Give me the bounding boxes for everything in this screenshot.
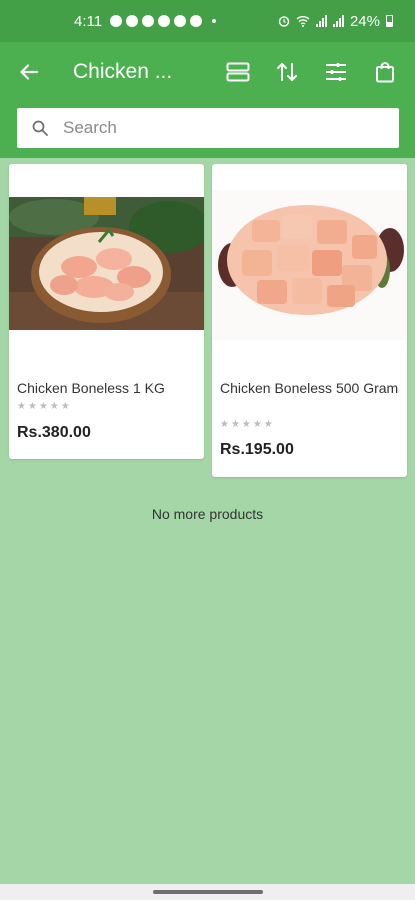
signal-icon bbox=[332, 15, 344, 27]
product-image bbox=[212, 190, 407, 340]
product-card[interactable]: Chicken Boneless 500 Gram ★★★★★ Rs.195.0… bbox=[212, 164, 407, 477]
list-view-button[interactable] bbox=[213, 42, 262, 102]
alarm-icon bbox=[278, 16, 290, 27]
signal-icon bbox=[315, 15, 327, 27]
status-bar: 4:11 24% bbox=[0, 0, 415, 42]
notification-icons bbox=[110, 15, 217, 27]
battery-icon bbox=[386, 15, 393, 27]
filter-button[interactable] bbox=[311, 42, 360, 102]
filter-icon bbox=[325, 63, 346, 81]
back-button[interactable] bbox=[0, 42, 58, 102]
messenger-icon bbox=[126, 15, 139, 27]
shopping-bag-icon bbox=[375, 62, 394, 83]
home-gesture-handle[interactable] bbox=[152, 890, 263, 894]
toolbar-actions bbox=[213, 42, 409, 102]
system-navigation-bar bbox=[0, 884, 415, 900]
gallery-icon bbox=[174, 15, 187, 27]
spotify-icon bbox=[190, 15, 203, 27]
app-notification-icon bbox=[142, 15, 155, 27]
battery-percent: 24% bbox=[349, 12, 380, 30]
search-icon bbox=[17, 120, 63, 136]
product-image bbox=[9, 197, 204, 330]
status-right: 24% bbox=[278, 13, 393, 30]
wifi-icon bbox=[296, 16, 310, 27]
back-arrow-icon bbox=[20, 64, 39, 80]
product-name: Chicken Boneless 1 KG bbox=[17, 380, 165, 396]
messenger-icon bbox=[110, 15, 123, 27]
sort-icon bbox=[276, 63, 297, 81]
app-bar: Chicken ... bbox=[0, 42, 415, 102]
list-view-icon bbox=[226, 62, 249, 82]
search-box[interactable] bbox=[17, 108, 399, 148]
product-card[interactable]: Chicken Boneless 1 KG ★★★★★ Rs.380.00 bbox=[9, 164, 204, 459]
status-time: 4:11 bbox=[74, 12, 103, 30]
page-title: Chicken ... bbox=[73, 60, 173, 83]
rating-stars: ★★★★★ bbox=[17, 401, 72, 412]
product-price: Rs.380.00 bbox=[17, 424, 91, 441]
search-input[interactable] bbox=[63, 118, 399, 138]
product-name: Chicken Boneless 500 Gram bbox=[220, 380, 399, 396]
product-price: Rs.195.00 bbox=[220, 441, 294, 458]
app-notification-icon bbox=[158, 15, 171, 27]
list-end-message: No more products bbox=[151, 506, 264, 522]
more-notifications-dot bbox=[212, 19, 217, 23]
sort-button[interactable] bbox=[262, 42, 311, 102]
cart-button[interactable] bbox=[360, 42, 409, 102]
search-bar bbox=[0, 102, 415, 158]
rating-stars: ★★★★★ bbox=[220, 419, 275, 430]
